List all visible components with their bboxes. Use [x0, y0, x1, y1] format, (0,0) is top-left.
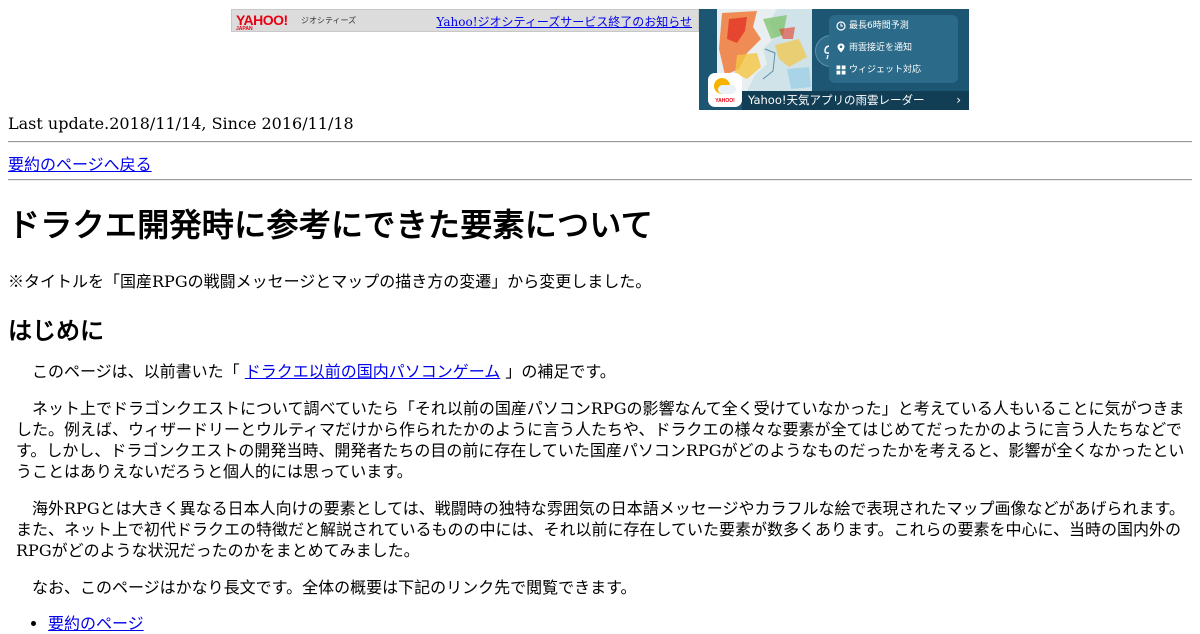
weather-feature-list: 最長6時間予測 雨雲接近を通知 ウィジェット対応	[829, 15, 958, 83]
section-heading-introduction: はじめに	[8, 317, 104, 345]
intro-paragraph-2: ネット上でドラゴンクエストについて調べていたら「それ以前の国産パソコンRPGの影…	[16, 399, 1185, 481]
geocities-bar: YAHOO! JAPAN ジオシティーズ Yahoo!ジオシティーズサービス終了…	[231, 9, 699, 32]
feature-widget: ウィジェット対応	[829, 59, 958, 81]
title-change-note: ※タイトルを「国産RPGの戦闘メッセージとマップの描き方の変遷」から変更しました…	[8, 272, 652, 291]
weather-app-icon: YAHOO!	[708, 73, 742, 107]
location-pin-icon	[837, 43, 845, 53]
yahoo-japan-logo[interactable]: YAHOO! JAPAN	[236, 13, 288, 32]
divider	[8, 141, 1192, 143]
summary-link-list: 要約のページ	[28, 613, 144, 634]
intro-paragraph-3: 海外RPGとは大きく異なる日本人向けの要素としては、戦闘時の独特な雰囲気の日本語…	[16, 499, 1185, 560]
intro-paragraph-1: このページは、以前書いた「 ドラクエ以前の国内パソコンゲーム 」の補足です。	[32, 362, 616, 381]
last-update-text: Last update.2018/11/14, Since 2016/11/18	[8, 114, 354, 133]
geocities-service-label: ジオシティーズ	[301, 16, 357, 25]
clock-icon	[836, 21, 846, 31]
weather-ad-cta[interactable]: Yahoo!天気アプリの雨雲レーダー ›	[742, 91, 969, 110]
feature-forecast: 最長6時間予測	[829, 15, 958, 37]
back-to-summary-link[interactable]: 要約のページへ戻る	[8, 151, 152, 175]
chevron-right-icon: ›	[956, 93, 961, 107]
summary-page-link[interactable]: 要約のページ	[48, 614, 144, 633]
intro-paragraph-4: なお、このページはかなり長文です。全体の概要は下記のリンク先で閲覧できます。	[32, 578, 637, 597]
cloud-icon	[718, 85, 736, 94]
widget-grid-icon	[836, 65, 846, 75]
page-title: ドラクエ開発時に参考にできた要素について	[8, 206, 654, 244]
list-item: 要約のページ	[48, 613, 144, 634]
divider	[8, 179, 1192, 181]
feature-notify: 雨雲接近を通知	[829, 37, 958, 59]
service-end-notice-link[interactable]: Yahoo!ジオシティーズサービス終了のお知らせ	[436, 13, 692, 30]
weather-app-ad[interactable]: YAHOO! 最長6時間予測 雨雲接近を通知 ウィジェット対応 Yahoo!天気…	[699, 9, 969, 110]
prior-article-link[interactable]: ドラクエ以前の国内パソコンゲーム	[245, 362, 501, 381]
